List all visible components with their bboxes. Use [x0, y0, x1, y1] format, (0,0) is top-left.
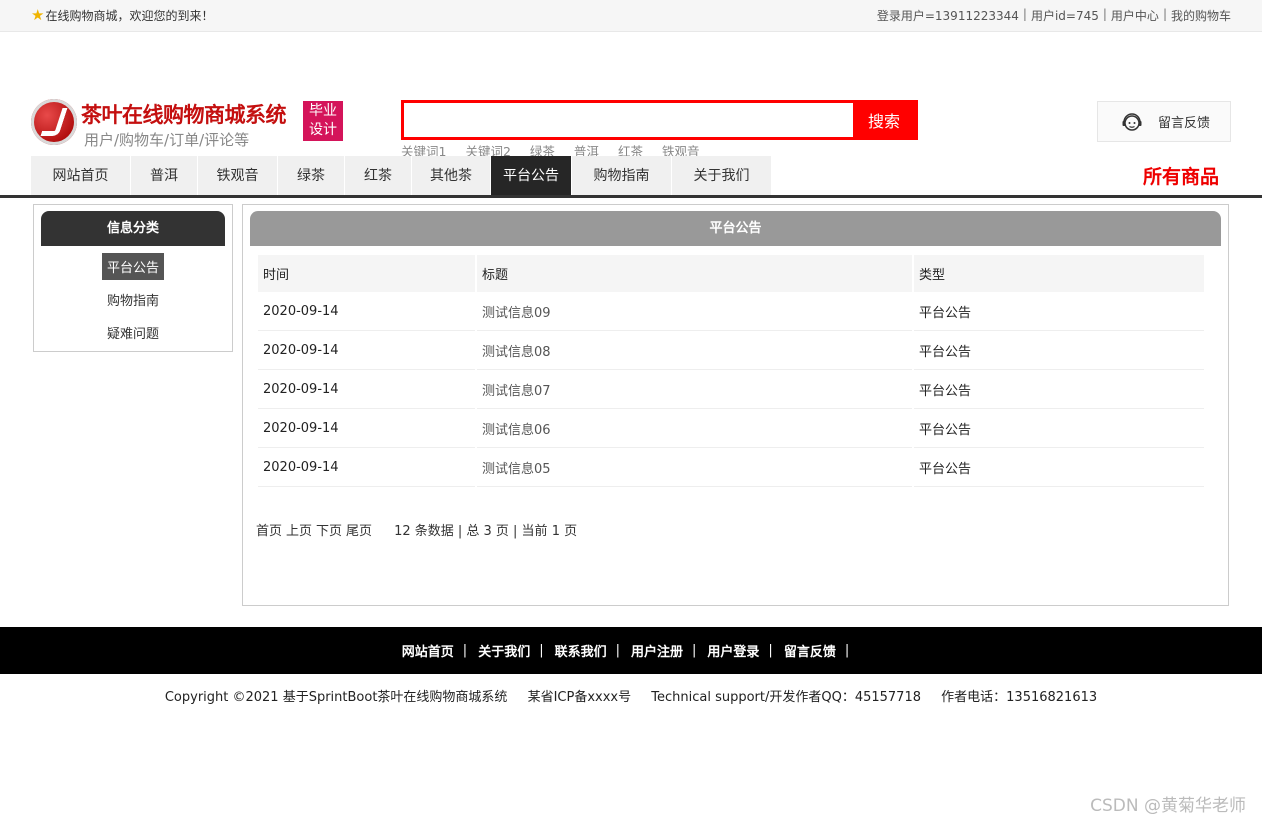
table-row: 2020-09-14 测试信息06 平台公告	[258, 409, 1204, 448]
announcement-panel: 平台公告 时间 标题 类型 2020-09-14 测试信息09 平台公告 202…	[242, 204, 1229, 606]
star-icon: ★	[31, 6, 45, 24]
footer-contact-link[interactable]: 联系我们	[555, 641, 607, 660]
my-cart-link[interactable]: 我的购物车	[1171, 7, 1231, 24]
announcement-title-link[interactable]: 测试信息06	[477, 409, 912, 448]
table-row: 2020-09-14 测试信息05 平台公告	[258, 448, 1204, 487]
footer-home-link[interactable]: 网站首页	[402, 641, 454, 660]
user-center-link[interactable]: 用户中心	[1111, 7, 1159, 24]
column-header-time: 时间	[258, 255, 475, 292]
customer-service-icon	[1122, 112, 1142, 131]
pagination-info: 12 条数据 | 总 3 页 | 当前 1 页	[394, 524, 578, 539]
column-header-type: 类型	[914, 255, 1204, 292]
table-row: 2020-09-14 测试信息09 平台公告	[258, 292, 1204, 331]
first-page-link[interactable]: 首页	[256, 520, 282, 539]
nav-home[interactable]: 网站首页	[31, 156, 131, 195]
table-row: 2020-09-14 测试信息08 平台公告	[258, 331, 1204, 370]
footer-links: 网站首页 | 关于我们 | 联系我们 | 用户注册 | 用户登录 | 留言反馈 |	[0, 627, 1262, 674]
main-nav: 网站首页 普洱 铁观音 绿茶 红茶 其他茶 平台公告 购物指南 关于我们 所有商…	[0, 156, 1262, 198]
nav-green-tea[interactable]: 绿茶	[278, 156, 345, 195]
user-id: 用户id=745	[1030, 9, 1099, 23]
footer-feedback-link[interactable]: 留言反馈	[784, 641, 836, 660]
nav-shopping-guide[interactable]: 购物指南	[572, 156, 672, 195]
watermark: CSDN @黄菊华老师	[1090, 796, 1246, 816]
next-page-link[interactable]: 下页	[316, 520, 342, 539]
announcement-title-link[interactable]: 测试信息05	[477, 448, 912, 487]
sidebar-item-shopping-guide[interactable]: 购物指南	[34, 283, 232, 316]
nav-puer[interactable]: 普洱	[131, 156, 198, 195]
nav-tieguanyin[interactable]: 铁观音	[198, 156, 278, 195]
nav-announcements[interactable]: 平台公告	[491, 156, 572, 195]
footer-about-link[interactable]: 关于我们	[478, 641, 530, 660]
user-links: 登录用户=13911223344 | 用户id=745 | 用户中心 | 我的购…	[876, 7, 1231, 24]
last-page-link[interactable]: 尾页	[346, 520, 372, 539]
search-box: 搜索	[401, 100, 918, 140]
top-bar: ★ 在线购物商城，欢迎您的到来！ 登录用户=13911223344 | 用户id…	[0, 0, 1262, 32]
logged-in-user: 登录用户=13911223344	[876, 9, 1019, 23]
table-row: 2020-09-14 测试信息07 平台公告	[258, 370, 1204, 409]
footer-register-link[interactable]: 用户注册	[631, 641, 683, 660]
all-products-link[interactable]: 所有商品	[1143, 162, 1219, 189]
sidebar-title: 信息分类	[41, 211, 225, 246]
welcome-message: ★ 在线购物商城，欢迎您的到来！	[31, 7, 213, 24]
column-header-title: 标题	[477, 255, 912, 292]
footer-login-link[interactable]: 用户登录	[707, 641, 759, 660]
copyright: Copyright ©2021 基于SprintBoot茶叶在线购物商城系统 某…	[164, 690, 1098, 705]
nav-black-tea[interactable]: 红茶	[345, 156, 412, 195]
site-title[interactable]: 茶叶在线购物商城系统	[81, 99, 287, 129]
search-button[interactable]: 搜索	[853, 103, 915, 137]
site-subtitle: 用户/购物车/订单/评论等	[84, 131, 250, 149]
sidebar-item-faq[interactable]: 疑难问题	[34, 316, 232, 349]
pagination: 首页 上页 下页 尾页 12 条数据 | 总 3 页 | 当前 1 页	[256, 520, 577, 539]
sidebar-item-announcements[interactable]: 平台公告	[34, 250, 232, 283]
announcement-table: 时间 标题 类型 2020-09-14 测试信息09 平台公告 2020-09-…	[256, 255, 1206, 487]
nav-other-tea[interactable]: 其他茶	[412, 156, 491, 195]
search-input[interactable]	[404, 103, 853, 137]
announcement-title-link[interactable]: 测试信息07	[477, 370, 912, 409]
welcome-text: 在线购物商城，欢迎您的到来！	[45, 9, 214, 23]
announcement-title-link[interactable]: 测试信息09	[477, 292, 912, 331]
nav-about-us[interactable]: 关于我们	[672, 156, 772, 195]
site-header: 茶叶在线购物商城系统 用户/购物车/订单/评论等 毕业 设计 搜索 关键词1 关…	[0, 32, 1262, 159]
panel-title: 平台公告	[250, 211, 1221, 246]
feedback-label: 留言反馈	[1158, 116, 1211, 131]
feedback-button[interactable]: 留言反馈	[1097, 101, 1231, 142]
logo-icon[interactable]	[31, 99, 77, 145]
category-sidebar: 信息分类 平台公告 购物指南 疑难问题	[33, 204, 233, 352]
graduation-badge: 毕业 设计	[303, 101, 343, 141]
announcement-title-link[interactable]: 测试信息08	[477, 331, 912, 370]
prev-page-link[interactable]: 上页	[286, 520, 312, 539]
